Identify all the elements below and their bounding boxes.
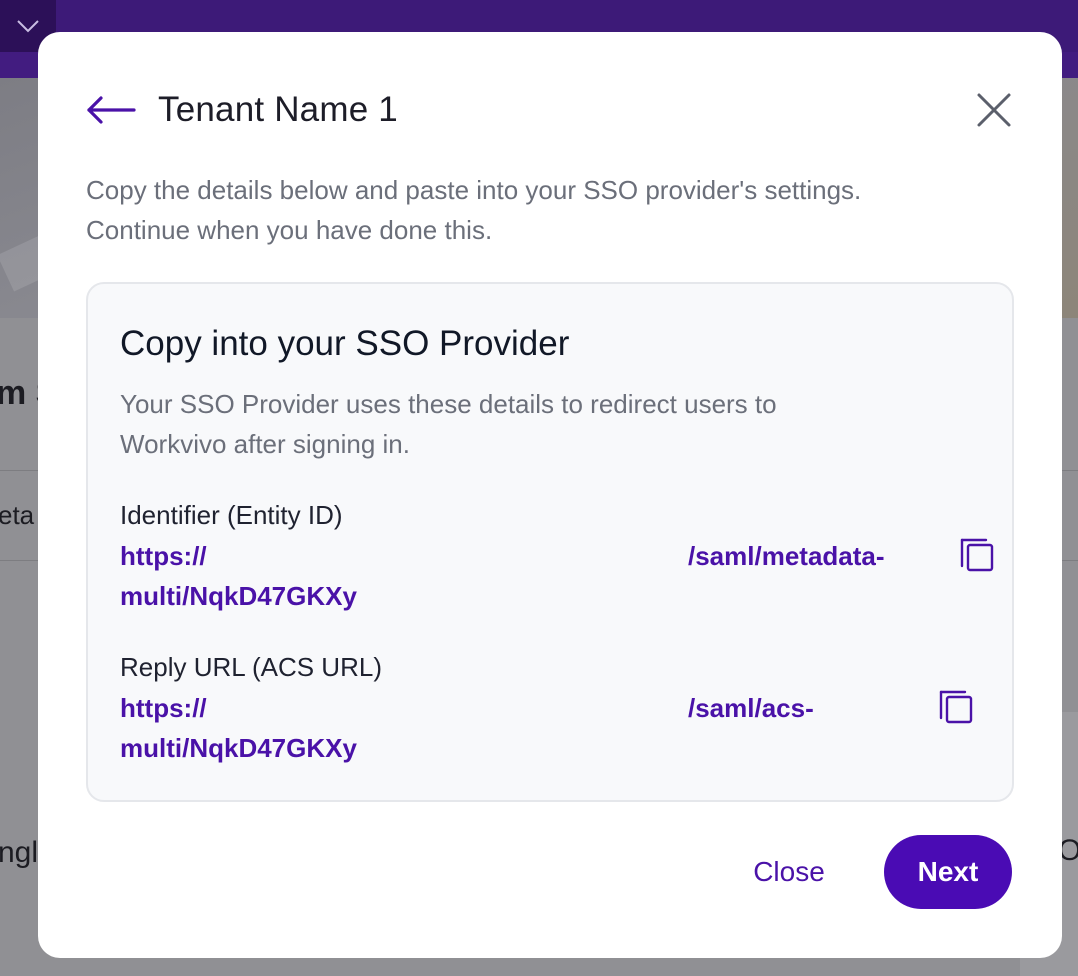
acs-url: https:// /saml/acs- multi/NqkD47GKXy xyxy=(120,688,920,768)
close-modal-button[interactable] xyxy=(974,90,1014,130)
next-button[interactable]: Next xyxy=(884,835,1012,909)
url-start: https:// xyxy=(120,693,207,723)
chevron-down-icon xyxy=(17,20,39,33)
sso-setup-modal: Tenant Name 1 Copy the details below and… xyxy=(38,32,1062,958)
url-end: multi/NqkD47GKXy xyxy=(120,581,357,611)
copy-icon xyxy=(939,690,973,724)
back-button[interactable] xyxy=(86,90,136,130)
copy-entity-id-button[interactable] xyxy=(958,534,998,574)
close-icon xyxy=(977,93,1011,127)
sso-details-card: Copy into your SSO Provider Your SSO Pro… xyxy=(86,282,1014,802)
copy-icon xyxy=(960,538,994,572)
close-button[interactable]: Close xyxy=(744,850,834,894)
acs-url-label: Reply URL (ACS URL) xyxy=(120,652,382,682)
arrow-left-icon xyxy=(87,96,136,124)
card-description-line: Workvivo after signing in. xyxy=(120,429,410,459)
card-title: Copy into your SSO Provider xyxy=(120,324,570,363)
card-description: Your SSO Provider uses these details to … xyxy=(120,384,940,464)
url-middle: /saml/acs- xyxy=(688,693,814,723)
intro-line: Continue when you have done this. xyxy=(86,215,493,245)
entity-id-label: Identifier (Entity ID) xyxy=(120,500,343,530)
modal-title: Tenant Name 1 xyxy=(158,90,398,129)
modal-header: Tenant Name 1 xyxy=(86,88,1014,132)
card-description-line: Your SSO Provider uses these details to … xyxy=(120,389,777,419)
url-start: https:// xyxy=(120,541,207,571)
background-field-fragment: eta xyxy=(0,500,35,530)
copy-acs-url-button[interactable] xyxy=(937,686,977,726)
url-middle: /saml/metadata- xyxy=(688,541,885,571)
modal-intro: Copy the details below and paste into yo… xyxy=(86,170,1006,250)
intro-line: Copy the details below and paste into yo… xyxy=(86,175,862,205)
entity-id-url: https:// /saml/metadata- multi/NqkD47GKX… xyxy=(120,536,920,616)
background-lower-fragment: ngl xyxy=(0,836,39,869)
url-end: multi/NqkD47GKXy xyxy=(120,733,357,763)
